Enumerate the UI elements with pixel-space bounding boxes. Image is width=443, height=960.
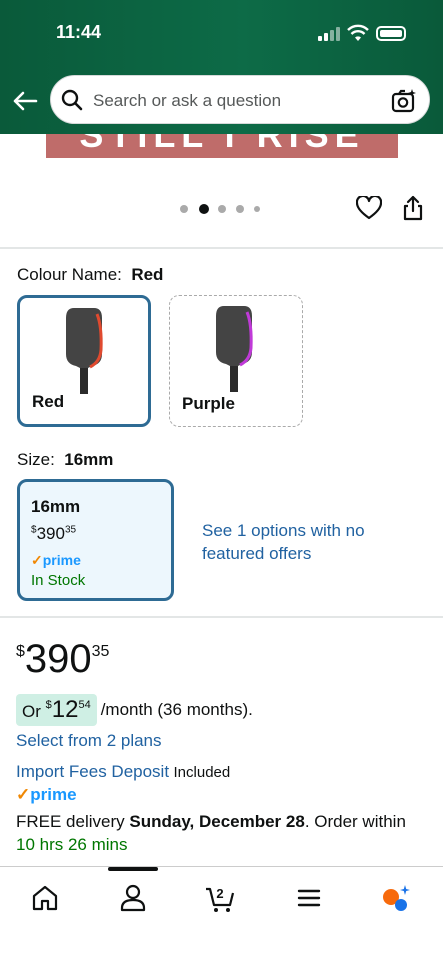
colour-selected: Red (131, 265, 164, 284)
status-time: 11:44 (56, 22, 102, 42)
delivery-date: Sunday, December 28 (129, 812, 305, 831)
prime-logo: ✓prime (16, 785, 77, 804)
prime-text: prime (30, 785, 77, 804)
size-option-price: $39035 (31, 524, 76, 544)
home-icon[interactable] (30, 883, 60, 913)
status-bar: 11:44 (0, 22, 443, 46)
back-arrow-icon[interactable] (12, 88, 38, 114)
currency-symbol: $ (45, 699, 52, 711)
search-input[interactable]: Search or ask a question (93, 91, 281, 111)
cart-count: 2 (216, 886, 223, 901)
colour-label-text: Colour Name: (17, 265, 122, 284)
colour-label: Colour Name: Red (17, 265, 163, 285)
see-options-link[interactable]: See 1 options with no featured offers (202, 519, 392, 565)
rufus-assistant-icon[interactable] (381, 883, 411, 913)
cart-icon[interactable]: 2 (205, 883, 235, 913)
divider (0, 247, 443, 249)
financing-prefix: Or (22, 702, 41, 721)
carousel-dot (254, 206, 260, 212)
select-plans-link[interactable]: Select from 2 plans (16, 731, 162, 751)
menu-icon[interactable] (294, 883, 324, 913)
carousel-dot (218, 205, 226, 213)
delivery-info: FREE delivery Sunday, December 28. Order… (16, 812, 406, 832)
bottom-tab-bar: 2 (0, 866, 443, 960)
header: 11:44 Search or ask a question (0, 0, 443, 134)
prime-text: prime (42, 552, 81, 568)
signal-icon (318, 27, 340, 41)
paddle-purple-image (216, 306, 253, 392)
heart-icon[interactable] (356, 196, 382, 220)
financing-suffix: /month (36 months). (100, 700, 253, 719)
price-fraction: 35 (64, 524, 77, 536)
monthly-fraction: 54 (78, 699, 91, 711)
account-icon[interactable] (118, 883, 148, 913)
price-whole: 390 (24, 637, 92, 681)
search-bar[interactable]: Search or ask a question (50, 75, 430, 124)
size-selected: 16mm (64, 450, 114, 469)
product-image-banner[interactable]: STILL I RISE (46, 134, 398, 158)
delivery-prefix: FREE delivery (16, 812, 125, 831)
monthly-whole: 12 (51, 696, 79, 723)
share-icon[interactable] (402, 195, 424, 221)
size-label: Size: 16mm (17, 450, 113, 470)
battery-icon (376, 26, 406, 41)
camera-search-icon[interactable] (391, 88, 417, 114)
prime-badge: ✓prime (31, 552, 81, 568)
active-tab-indicator (108, 867, 158, 871)
carousel-dot (236, 205, 244, 213)
size-option-name: 16mm (31, 497, 81, 516)
colour-option-label: Purple (182, 394, 235, 413)
banner-text: STILL I RISE (79, 134, 365, 155)
paddle-red-image (66, 308, 103, 394)
price-fraction: 35 (91, 643, 110, 660)
currency-symbol: $ (16, 643, 25, 660)
divider (0, 616, 443, 618)
financing-offer: Or $1254 /month (36 months). (16, 694, 253, 726)
delivery-countdown: 10 hrs 26 mins (16, 835, 128, 854)
carousel-dots[interactable] (180, 203, 270, 215)
wifi-icon (347, 24, 369, 41)
price-whole: 390 (36, 524, 65, 543)
size-label-text: Size: (17, 450, 55, 469)
app-screen: 11:44 Search or ask a question STILL I R… (0, 0, 443, 960)
delivery-suffix: . Order within (304, 812, 406, 831)
import-fees-status: Included (173, 764, 231, 781)
import-fees-row: Import Fees Deposit Included (16, 762, 230, 782)
stock-status: In Stock (31, 572, 86, 589)
search-icon (61, 89, 83, 111)
colour-option-label: Red (32, 392, 65, 411)
size-option-16mm[interactable]: 16mm $39035 ✓prime In Stock (17, 479, 174, 601)
colour-option-red[interactable]: Red (17, 295, 151, 427)
import-fees-link[interactable]: Import Fees Deposit (16, 762, 169, 781)
product-price: $39035 (16, 637, 109, 682)
monthly-price: Or $1254 (16, 694, 97, 726)
carousel-dot (180, 205, 188, 213)
colour-option-purple[interactable]: Purple (169, 295, 303, 427)
carousel-dot-active (199, 204, 209, 214)
